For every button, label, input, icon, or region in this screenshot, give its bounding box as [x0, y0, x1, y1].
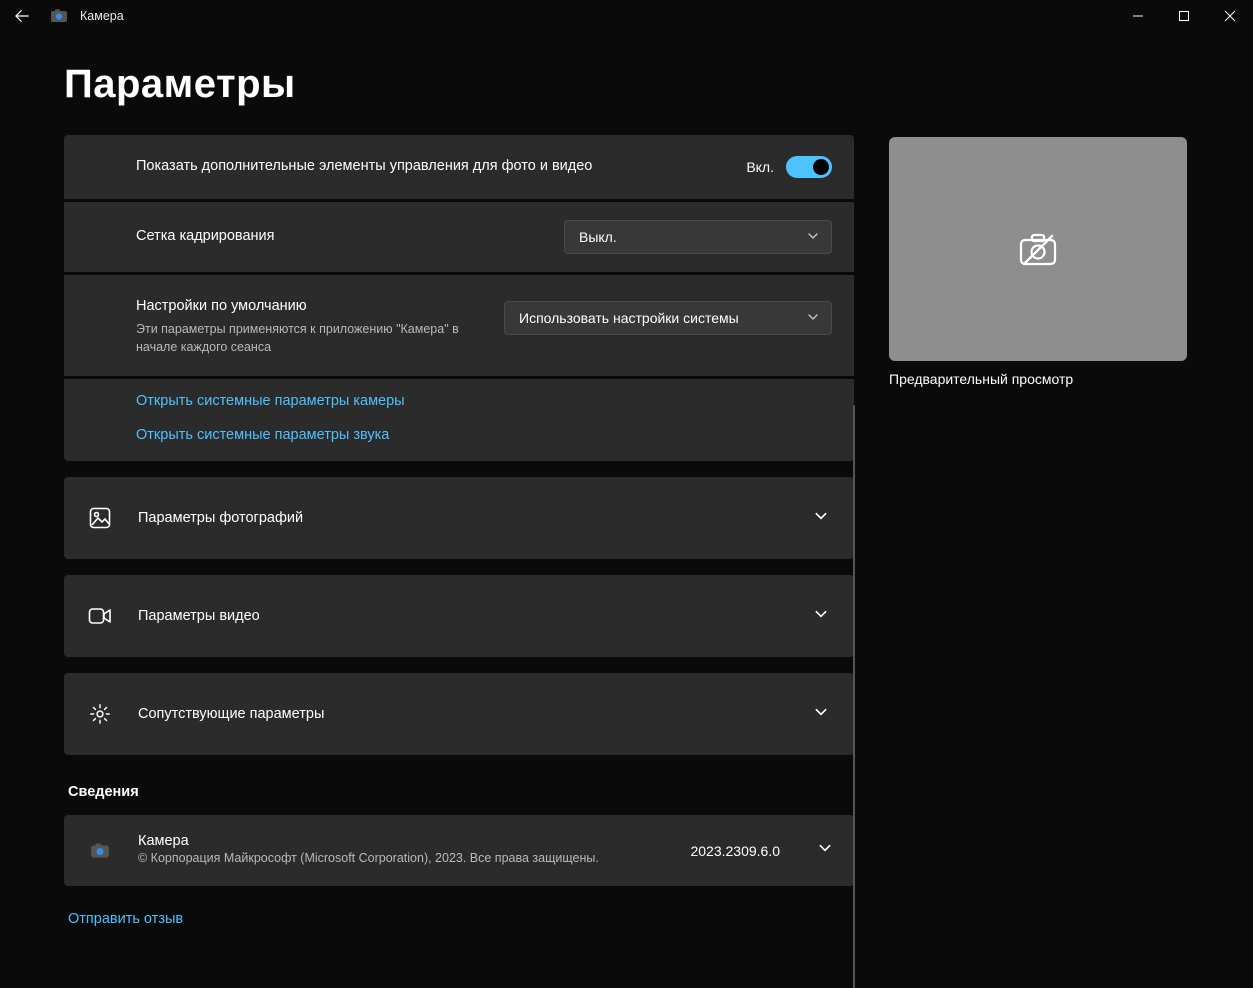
maximize-icon [1179, 11, 1189, 21]
about-heading: Сведения [68, 784, 854, 800]
setting-sublabel: Эти параметры применяются к приложению "… [136, 320, 466, 356]
chevron-down-icon [814, 607, 832, 626]
expander-label: Параметры видео [138, 608, 790, 624]
defaults-select[interactable]: Использовать настройки системы [504, 301, 832, 335]
framing-grid-select[interactable]: Выкл. [564, 220, 832, 254]
video-settings-expander[interactable]: Параметры видео [64, 575, 854, 657]
setting-defaults: Настройки по умолчанию Эти параметры при… [64, 275, 854, 376]
open-sound-settings-link[interactable]: Открыть системные параметры звука [136, 427, 832, 443]
video-icon [86, 606, 114, 626]
chevron-down-icon [814, 509, 832, 528]
related-settings-expander[interactable]: Сопутствующие параметры [64, 673, 854, 755]
minimize-button[interactable] [1115, 0, 1161, 32]
about-version: 2023.2309.6.0 [690, 843, 780, 859]
page-body: Параметры Показать дополнительные элемен… [0, 32, 1253, 988]
preview-column: Предварительный просмотр [889, 135, 1189, 988]
select-value: Использовать настройки системы [519, 310, 739, 326]
camera-app-icon [50, 7, 68, 25]
app-title: Камера [80, 9, 124, 23]
gear-icon [86, 703, 114, 725]
advanced-controls-toggle[interactable] [786, 156, 832, 178]
maximize-button[interactable] [1161, 0, 1207, 32]
about-app-name: Камера [138, 833, 666, 849]
back-button[interactable] [4, 0, 40, 32]
arrow-left-icon [15, 9, 29, 23]
system-links-row: Открыть системные параметры камеры Откры… [64, 379, 854, 461]
photo-settings-expander[interactable]: Параметры фотографий [64, 477, 854, 559]
app-identity: Камера [40, 7, 124, 25]
chevron-down-icon [818, 841, 832, 860]
about-expander[interactable]: Камера © Корпорация Майкрософт (Microsof… [64, 815, 854, 885]
expander-label: Параметры фотографий [138, 510, 790, 526]
setting-label: Настройки по умолчанию [136, 295, 504, 318]
camera-app-icon [86, 841, 114, 861]
setting-advanced-controls: Показать дополнительные элементы управле… [64, 135, 854, 199]
chevron-down-icon [807, 310, 819, 326]
chevron-down-icon [807, 229, 819, 245]
toggle-state-text: Вкл. [746, 159, 774, 175]
close-button[interactable] [1207, 0, 1253, 32]
minimize-icon [1133, 11, 1143, 21]
camera-off-icon [1018, 232, 1058, 266]
settings-column: Показать дополнительные элементы управле… [64, 135, 854, 988]
select-value: Выкл. [579, 229, 617, 245]
send-feedback-link[interactable]: Отправить отзыв [68, 911, 854, 927]
camera-preview [889, 137, 1187, 361]
about-copyright: © Корпорация Майкрософт (Microsoft Corpo… [138, 849, 618, 867]
setting-label: Показать дополнительные элементы управле… [136, 155, 616, 178]
setting-framing-grid: Сетка кадрирования Выкл. [64, 202, 854, 272]
title-bar: Камера [0, 0, 1253, 32]
setting-label: Сетка кадрирования [136, 225, 564, 248]
scrollbar[interactable] [853, 405, 855, 988]
preview-label: Предварительный просмотр [889, 371, 1189, 387]
image-icon [86, 507, 114, 529]
page-title: Параметры [64, 62, 1253, 107]
close-icon [1225, 11, 1235, 21]
chevron-down-icon [814, 705, 832, 724]
open-camera-settings-link[interactable]: Открыть системные параметры камеры [136, 393, 832, 409]
expander-label: Сопутствующие параметры [138, 706, 790, 722]
window-controls [1115, 0, 1253, 32]
